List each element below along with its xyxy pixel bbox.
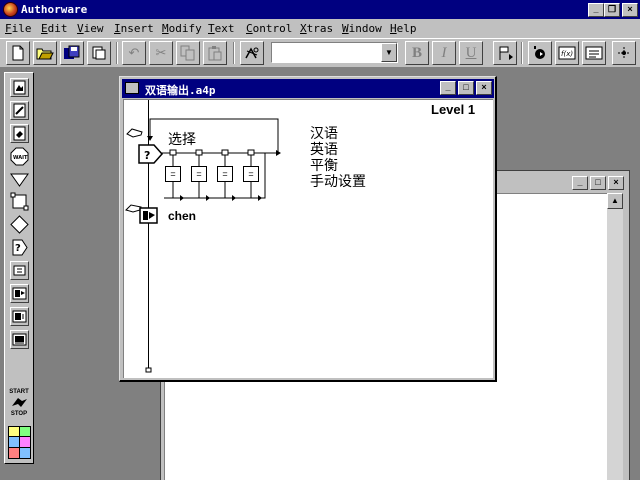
hand-pointer-icon	[125, 204, 142, 213]
erase-icon[interactable]	[10, 124, 29, 143]
color-flags-grid[interactable]	[8, 426, 31, 459]
find-icon[interactable]	[240, 41, 264, 65]
undo-icon[interactable]: ↶	[122, 41, 146, 65]
display-icon[interactable]	[10, 78, 29, 97]
response-icon-3[interactable]: =	[217, 166, 233, 182]
menu-edit[interactable]: Edit	[41, 22, 68, 35]
svg-text:?: ?	[15, 243, 21, 254]
close-button[interactable]: ×	[622, 3, 638, 17]
menu-text[interactable]: Text	[208, 22, 235, 35]
menu-modify[interactable]: Modify	[162, 22, 202, 35]
svg-text:?: ?	[144, 149, 150, 162]
menu-help[interactable]: Help	[390, 22, 417, 35]
response-icon-2[interactable]: =	[191, 166, 207, 182]
interaction-node-icon	[138, 144, 164, 164]
font-select[interactable]: ▼	[271, 42, 398, 63]
response-icon-4[interactable]: =	[243, 166, 259, 182]
decision-icon[interactable]	[10, 215, 29, 234]
maximize-button[interactable]: □	[458, 81, 474, 95]
design-window-title: 双语输出.a4p	[145, 84, 216, 97]
wait-icon[interactable]: WAIT	[10, 147, 29, 166]
bold-button[interactable]: B	[405, 41, 429, 65]
restore-button[interactable]: ❐	[604, 3, 620, 17]
underline-button[interactable]: U	[459, 41, 483, 65]
menu-insert[interactable]: Insert	[114, 22, 154, 35]
color-flag-magenta[interactable]	[19, 437, 30, 448]
interaction-icon[interactable]: ?	[10, 238, 29, 257]
digital-movie-icon[interactable]	[10, 284, 29, 303]
new-file-icon[interactable]	[6, 41, 30, 65]
response-label-1[interactable]: 汉语	[310, 126, 338, 141]
open-file-icon[interactable]	[33, 41, 57, 65]
maximize-button[interactable]: □	[590, 176, 606, 190]
design-window-titlebar[interactable]: 双语输出.a4p _ □ ×	[122, 79, 494, 98]
close-button[interactable]: ×	[476, 81, 492, 95]
svg-text:f(x): f(x)	[561, 50, 573, 58]
interaction-label[interactable]: 选择	[168, 132, 196, 147]
toolbar-separator	[521, 42, 523, 64]
start-flag-label: START	[9, 389, 29, 395]
scroll-up-arrow-icon[interactable]: ▲	[607, 193, 623, 209]
minimize-button[interactable]: _	[588, 3, 604, 17]
flag-icon	[12, 398, 27, 407]
minimize-button[interactable]: _	[440, 81, 456, 95]
vertical-scrollbar[interactable]: ▲	[607, 193, 623, 480]
color-flag-red[interactable]	[9, 447, 20, 458]
calculation-icon[interactable]	[10, 261, 29, 280]
response-label-3[interactable]: 平衡	[310, 158, 338, 173]
color-flag-cyan[interactable]	[19, 447, 30, 458]
app-titlebar: Authorware _ ❐ ×	[0, 0, 640, 19]
stop-flag-label: STOP	[10, 411, 28, 417]
toolbar-separator	[116, 42, 118, 64]
response-icon-1[interactable]: =	[165, 166, 181, 182]
control-panel-icon[interactable]	[528, 41, 552, 65]
authorware-logo-icon[interactable]	[3, 2, 18, 17]
menu-bar: File Edit View Insert Modify Text Contro…	[0, 19, 640, 38]
save-all-icon[interactable]	[60, 41, 84, 65]
menu-view[interactable]: View	[77, 22, 104, 35]
app-title: Authorware	[21, 3, 88, 16]
design-window-icon	[125, 82, 139, 94]
paste-icon[interactable]	[203, 41, 227, 65]
menu-file[interactable]: File	[5, 22, 32, 35]
loop-arrowhead	[147, 136, 153, 141]
movie-label[interactable]: chen	[168, 209, 196, 224]
flowline-end-marker	[145, 367, 152, 373]
functions-icon[interactable]: f(x)	[555, 41, 579, 65]
toolbar-separator	[233, 42, 235, 64]
design-window[interactable]: 双语输出.a4p _ □ × Level 1 ? = = = = 选择 汉语 英…	[119, 76, 497, 382]
animation-icon[interactable]	[10, 101, 29, 120]
copy-icon[interactable]	[176, 41, 200, 65]
knowledge-objects-icon[interactable]	[612, 41, 636, 65]
wait-label: WAIT	[13, 155, 28, 161]
movie-node-icon	[139, 207, 158, 224]
sound-icon[interactable]	[10, 307, 29, 326]
cut-icon[interactable]: ✂	[149, 41, 173, 65]
italic-button[interactable]: I	[432, 41, 456, 65]
response-label-4[interactable]: 手动设置	[310, 174, 366, 189]
menu-xtras[interactable]: Xtras	[300, 22, 333, 35]
color-flag-yellow[interactable]	[9, 427, 20, 438]
start-stop-flags[interactable]: START STOP	[6, 389, 32, 418]
flowline-canvas[interactable]: Level 1 ? = = = = 选择 汉语 英语 平衡 手动设置 chen	[123, 99, 493, 378]
minimize-button[interactable]: _	[572, 176, 588, 190]
framework-icon[interactable]	[10, 192, 29, 211]
color-flag-blue[interactable]	[9, 437, 20, 448]
video-icon[interactable]	[10, 330, 29, 349]
menu-control[interactable]: Control	[246, 22, 292, 35]
paste-hand-icon	[126, 128, 143, 138]
icon-palette: WAIT ? START STOP	[4, 72, 34, 464]
chevron-down-icon[interactable]: ▼	[381, 43, 397, 62]
menu-window[interactable]: Window	[342, 22, 382, 35]
navigate-icon[interactable]	[10, 170, 29, 189]
toolbar: ↶ ✂ ▼ B I U f(x)	[0, 38, 640, 68]
close-button[interactable]: ×	[608, 176, 624, 190]
color-flag-green[interactable]	[19, 427, 30, 438]
response-label-2[interactable]: 英语	[310, 142, 338, 157]
import-icon[interactable]	[87, 41, 111, 65]
variables-icon[interactable]	[582, 41, 606, 65]
run-flag-icon[interactable]	[493, 41, 517, 65]
